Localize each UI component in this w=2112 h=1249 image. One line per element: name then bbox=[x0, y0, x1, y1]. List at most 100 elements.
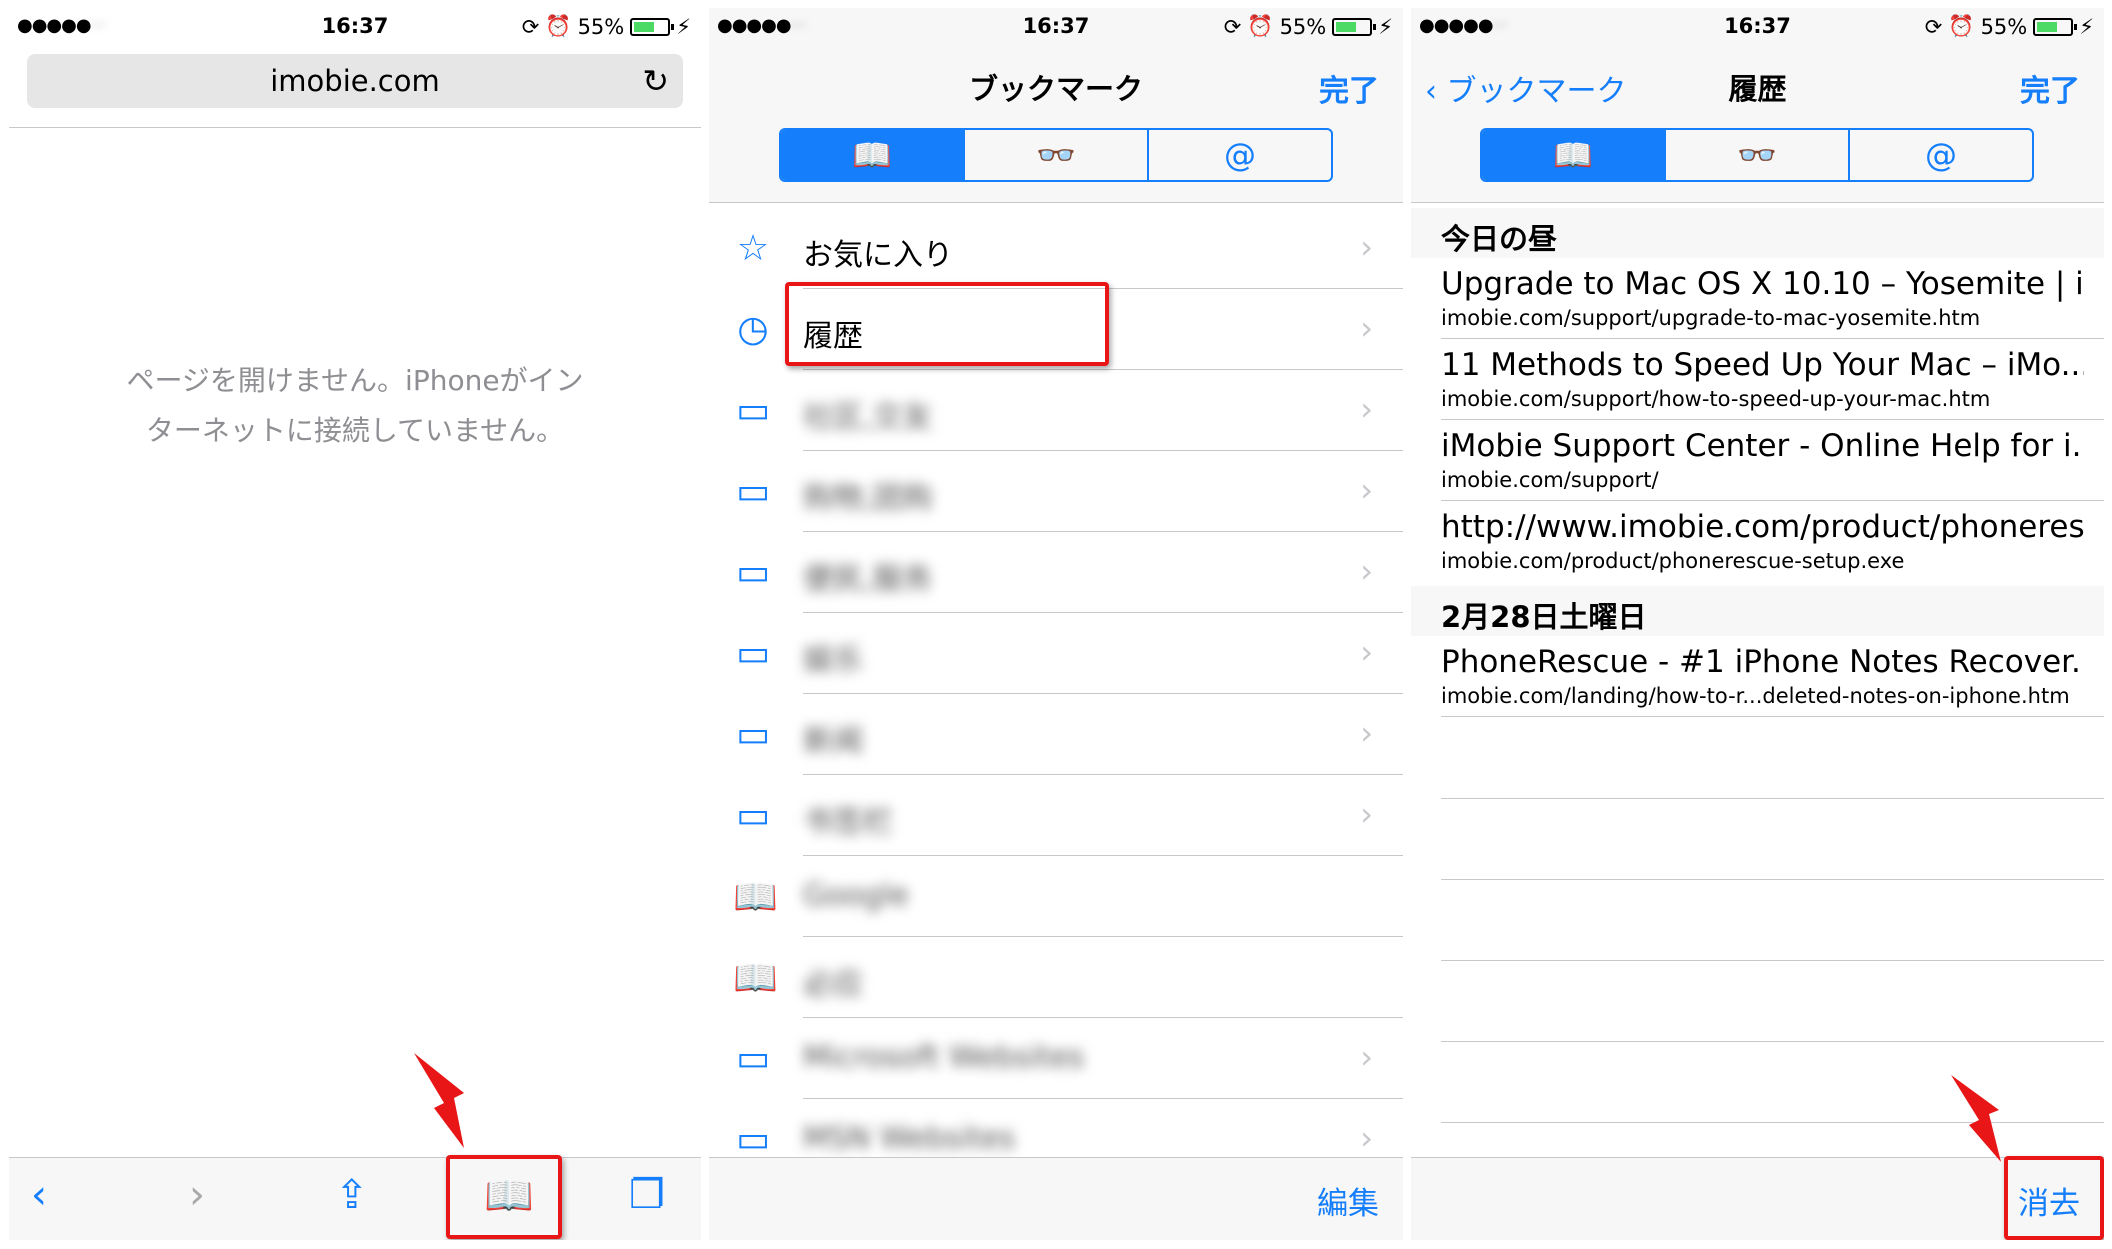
highlight-history bbox=[785, 282, 1109, 366]
book-icon: 📖 bbox=[1553, 136, 1593, 174]
clock-icon: ◷ bbox=[737, 309, 769, 350]
section-title: 今日の昼 bbox=[1441, 222, 1558, 256]
status-bar: ●●●●● ··· 16:37 ⟳ ⏰ 55% ⚡ bbox=[1411, 8, 2104, 48]
list-item[interactable]: ▭ Microsoft Websites › bbox=[709, 1018, 1403, 1099]
folder-icon: ▭ bbox=[735, 471, 770, 512]
section-header: 2月28日土曜日 bbox=[1411, 586, 2104, 636]
chevron-right-icon: › bbox=[1360, 309, 1373, 347]
list-item[interactable]: ▭ 新闻 › bbox=[709, 694, 1403, 775]
at-icon: @ bbox=[1925, 136, 1957, 174]
address-bar[interactable]: imobie.com ↻ bbox=[27, 54, 683, 108]
history-title: PhoneRescue - #1 iPhone Notes Recover... bbox=[1441, 644, 2084, 680]
segment-shared-links[interactable]: @ bbox=[1848, 130, 2032, 180]
segment-bookmarks[interactable]: 📖 bbox=[781, 130, 963, 180]
chevron-right-icon: › bbox=[1360, 552, 1373, 590]
header-divider bbox=[9, 127, 701, 128]
charging-icon: ⚡ bbox=[2079, 14, 2094, 39]
red-arrow bbox=[414, 1053, 464, 1148]
history-screen: ●●●●● ··· 16:37 ⟳ ⏰ 55% ⚡ ‹ ブックマーク 履歴 完了… bbox=[1411, 8, 2104, 1240]
list-item-label: 新闻 bbox=[803, 724, 863, 759]
share-icon[interactable]: ⇪ bbox=[335, 1172, 369, 1218]
book-icon: 📖 bbox=[733, 958, 778, 999]
list-item[interactable]: ▭ 购物,团购 › bbox=[709, 451, 1403, 532]
list-item[interactable]: ☆ お気に入り › bbox=[709, 208, 1403, 289]
bookmarks-screen: ●●●●● ··· 16:37 ⟳ ⏰ 55% ⚡ ブックマーク 完了 📖 👓 … bbox=[709, 8, 1403, 1240]
done-button[interactable]: 完了 bbox=[1319, 66, 1379, 110]
error-message: ページを開けません。iPhoneがイン ターネットに接続していません。 bbox=[69, 356, 641, 456]
list-item-label: Google bbox=[803, 878, 909, 913]
rotation-lock-icon: ⟳ bbox=[1223, 14, 1242, 39]
list-item[interactable]: ▭ 娱乐 › bbox=[709, 613, 1403, 694]
section-title: 2月28日土曜日 bbox=[1441, 600, 1647, 634]
empty-row-divider bbox=[1441, 798, 2104, 799]
folder-icon: ▭ bbox=[735, 795, 770, 836]
status-bar: ●●●●● ··· 16:37 ⟳ ⏰ 55% ⚡ bbox=[709, 8, 1403, 48]
segment-control: 📖 👓 @ bbox=[1480, 128, 2034, 182]
list-item[interactable]: 📖 必应 bbox=[709, 937, 1403, 1018]
star-icon: ☆ bbox=[736, 228, 770, 269]
status-right: ⟳ ⏰ 55% ⚡ bbox=[1925, 14, 2094, 39]
list-item[interactable]: ▭ 书签栏 › bbox=[709, 775, 1403, 856]
list-item[interactable]: ▭ 便民,服务 › bbox=[709, 532, 1403, 613]
book-icon: 📖 bbox=[852, 136, 892, 174]
safari-screen: ●●●●● ··· 16:37 ⟳ ⏰ 55% ⚡ imobie.com ↻ ペ… bbox=[9, 8, 701, 1240]
error-line-2: ターネットに接続していません。 bbox=[145, 414, 565, 447]
red-arrow bbox=[1951, 1075, 2001, 1162]
safari-toolbar: ‹ › ⇪ 📖 ❐ bbox=[9, 1157, 701, 1240]
edit-button[interactable]: 編集 bbox=[1317, 1178, 1379, 1223]
rotation-lock-icon: ⟳ bbox=[521, 14, 540, 39]
list-item[interactable]: 📖 Google bbox=[709, 856, 1403, 937]
list-item-label: お気に入り bbox=[803, 238, 953, 273]
back-icon[interactable]: ‹ bbox=[31, 1172, 47, 1218]
list-item-label: 社区,交友 bbox=[803, 400, 933, 435]
section-header: 今日の昼 bbox=[1411, 208, 2104, 258]
list-item-label: 购物,团购 bbox=[803, 481, 933, 516]
folder-icon: ▭ bbox=[735, 390, 770, 431]
list-item-label: 书签栏 bbox=[803, 805, 893, 840]
charging-icon: ⚡ bbox=[1378, 14, 1393, 39]
forward-icon[interactable]: › bbox=[189, 1172, 205, 1218]
list-item[interactable]: ▭ 社区,交友 › bbox=[709, 370, 1403, 451]
folder-icon: ▭ bbox=[735, 633, 770, 674]
rotation-lock-icon: ⟳ bbox=[1924, 14, 1943, 39]
book-icon: 📖 bbox=[733, 877, 778, 918]
status-bar: ●●●●● ··· 16:37 ⟳ ⏰ 55% ⚡ bbox=[9, 8, 701, 48]
history-url: imobie.com/support/ bbox=[1441, 468, 1659, 492]
reload-icon[interactable]: ↻ bbox=[642, 62, 669, 100]
chevron-right-icon: › bbox=[1360, 1038, 1373, 1076]
alarm-icon: ⏰ bbox=[1247, 14, 1274, 38]
history-url: imobie.com/landing/how-to-r...deleted-no… bbox=[1441, 684, 2070, 708]
tabs-icon[interactable]: ❐ bbox=[629, 1172, 665, 1218]
history-row[interactable]: http://www.imobie.com/product/phoneres..… bbox=[1441, 501, 2084, 582]
segment-reading-list[interactable]: 👓 bbox=[1664, 130, 1848, 180]
empty-row-divider bbox=[1441, 1041, 2104, 1042]
done-button[interactable]: 完了 bbox=[2020, 66, 2080, 110]
chevron-right-icon: › bbox=[1360, 390, 1373, 428]
glasses-icon: 👓 bbox=[1737, 136, 1777, 174]
status-right: ⟳ ⏰ 55% ⚡ bbox=[522, 14, 691, 39]
history-title: 11 Methods to Speed Up Your Mac – iMo... bbox=[1441, 347, 2084, 383]
bottom-toolbar: 編集 bbox=[709, 1157, 1403, 1240]
segment-bookmarks[interactable]: 📖 bbox=[1482, 130, 1664, 180]
history-title: Upgrade to Mac OS X 10.10 – Yosemite | i… bbox=[1441, 266, 2084, 302]
folder-icon: ▭ bbox=[735, 714, 770, 755]
list-item-label: Microsoft Websites bbox=[803, 1040, 1085, 1075]
list-item-label: MSN Websites bbox=[803, 1121, 1016, 1156]
list-item-label: 娱乐 bbox=[803, 643, 863, 678]
history-row[interactable]: iMobie Support Center - Online Help for … bbox=[1441, 420, 2104, 501]
history-row[interactable]: 11 Methods to Speed Up Your Mac – iMo...… bbox=[1441, 339, 2104, 420]
alarm-icon: ⏰ bbox=[545, 14, 572, 38]
url-text: imobie.com bbox=[270, 64, 440, 98]
battery-icon bbox=[630, 17, 675, 36]
chevron-right-icon: › bbox=[1360, 228, 1373, 266]
segment-shared-links[interactable]: @ bbox=[1147, 130, 1331, 180]
highlight-bookmarks bbox=[446, 1155, 562, 1239]
battery-percent: 55% bbox=[577, 14, 625, 39]
history-row[interactable]: PhoneRescue - #1 iPhone Notes Recover...… bbox=[1441, 636, 2104, 717]
empty-row-divider bbox=[1441, 879, 2104, 880]
history-row[interactable]: Upgrade to Mac OS X 10.10 – Yosemite | i… bbox=[1441, 258, 2104, 339]
history-url: imobie.com/product/phonerescue-setup.exe bbox=[1441, 549, 1905, 573]
segment-reading-list[interactable]: 👓 bbox=[963, 130, 1147, 180]
battery-icon bbox=[1332, 17, 1377, 36]
page-title: ブックマーク bbox=[968, 72, 1143, 106]
